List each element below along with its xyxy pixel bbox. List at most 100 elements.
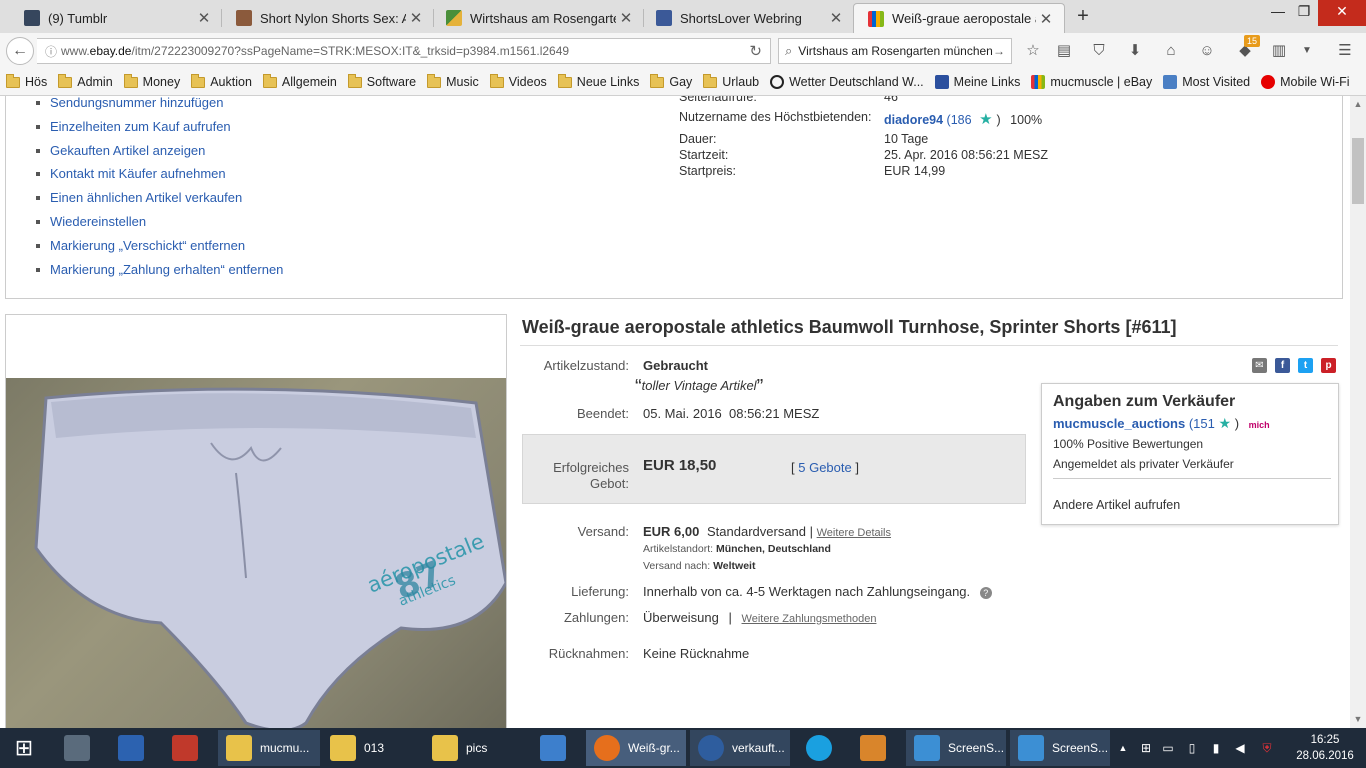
volume-icon[interactable]: ◀ (1230, 728, 1250, 768)
bookmark-folder[interactable]: Software (347, 73, 416, 89)
clipboard-icon[interactable]: ▥ (1268, 40, 1290, 62)
search-go-icon[interactable]: → (993, 44, 1005, 58)
close-icon[interactable]: ✕ (194, 9, 214, 27)
facebook-share-icon[interactable]: f (1275, 358, 1290, 373)
bookmark-link[interactable]: Mobile Wi-Fi (1261, 75, 1350, 89)
security-shield-icon[interactable]: ⛨ (1256, 728, 1278, 768)
me-badge[interactable]: mich (1249, 420, 1270, 430)
action-view-purchased-item[interactable]: Gekauften Artikel anzeigen (36, 142, 283, 166)
shipping-details-link[interactable]: Weitere Details (817, 527, 891, 539)
bookmark-folder[interactable]: Urlaub (703, 73, 759, 89)
ships-to: Versand nach: Weltweit (643, 560, 755, 572)
bookmark-folder[interactable]: Auktion (191, 73, 252, 89)
new-tab-button[interactable]: + (1072, 4, 1094, 28)
taskbar-window[interactable]: 013 (322, 730, 420, 766)
bookmark-link[interactable]: Wetter Deutschland W... (770, 75, 924, 89)
reading-list-icon[interactable]: ▤ (1053, 40, 1075, 62)
bookmark-link[interactable]: mucmuscle | eBay (1031, 75, 1152, 89)
seller-type: Angemeldet als privater Verkäufer (1053, 457, 1234, 471)
other-items-link[interactable]: Andere Artikel aufrufen (1053, 498, 1180, 512)
scroll-thumb[interactable] (1352, 138, 1364, 204)
bookmark-folder[interactable]: Neue Links (557, 73, 639, 89)
taskbar-app[interactable] (110, 730, 152, 766)
tab-tumblr[interactable]: (9) Tumblr ✕ (10, 3, 222, 33)
windows-start-icon[interactable]: ⊞ (0, 728, 48, 768)
action-view-order-details[interactable]: Einzelheiten zum Kauf aufrufen (36, 118, 283, 142)
taskbar-app[interactable] (164, 730, 206, 766)
email-share-icon[interactable]: ✉ (1252, 358, 1267, 373)
download-icon[interactable]: ⬇ (1124, 40, 1146, 62)
tab-ebay-item[interactable]: Weiß-graue aeropostale at... ✕ (853, 3, 1065, 33)
taskbar-window[interactable]: pics (424, 730, 524, 766)
action-contact-buyer[interactable]: Kontakt mit Käufer aufnehmen (36, 165, 283, 189)
back-button[interactable]: ← (6, 37, 34, 65)
close-icon[interactable]: ✕ (1036, 10, 1056, 28)
taskbar-app[interactable] (56, 730, 98, 766)
bookmark-label: Meine Links (953, 75, 1021, 89)
search-input[interactable]: ⌕ Virtshaus am Rosengarten münchen → (778, 38, 1012, 64)
chat-icon[interactable]: ☺ (1196, 40, 1218, 62)
scroll-up-icon[interactable]: ▲ (1350, 99, 1366, 109)
taskbar-app[interactable] (798, 730, 840, 766)
more-payment-methods-link[interactable]: Weitere Zahlungsmethoden (742, 613, 877, 625)
scroll-down-icon[interactable]: ▼ (1350, 714, 1366, 724)
url-bar[interactable]: ⓘ www. ebay.de/itm/272223009270?ssPageNam… (37, 38, 771, 64)
taskbar-app[interactable] (852, 730, 894, 766)
stat-value: diadore94 (186 ★) 100% (884, 110, 1042, 128)
pinterest-share-icon[interactable]: p (1321, 358, 1336, 373)
bookmark-folder[interactable]: Allgemein (262, 73, 337, 89)
home-icon[interactable]: ⌂ (1160, 40, 1182, 62)
bookmark-folder[interactable]: Admin (58, 73, 113, 89)
close-icon[interactable]: ✕ (616, 9, 636, 27)
battery-icon[interactable]: ▯ (1182, 728, 1202, 768)
bookmark-folder[interactable]: Money (123, 73, 180, 89)
vertical-scrollbar[interactable]: ▲ ▼ (1350, 96, 1366, 728)
action-sell-similar[interactable]: Einen ähnlichen Artikel verkaufen (36, 189, 283, 213)
bookmark-folder[interactable]: Videos (489, 73, 547, 89)
stat-label: Nutzername des Höchstbietenden: (679, 110, 872, 124)
action-relist[interactable]: Wiedereinstellen (36, 213, 283, 237)
media-player-icon (540, 735, 566, 761)
bookmark-folder[interactable]: Gay (650, 73, 692, 89)
system-clock[interactable]: 16:25 28.06.2016 (1290, 732, 1360, 764)
help-icon[interactable]: ? (979, 587, 992, 599)
bookmark-link[interactable]: Meine Links (934, 75, 1021, 89)
bidder-score[interactable]: (186 (947, 113, 972, 127)
signal-icon[interactable]: ▮ (1206, 728, 1226, 768)
bid-history-link[interactable]: 5 Gebote (798, 460, 852, 475)
bookmark-star-icon[interactable]: ☆ (1022, 40, 1044, 62)
action-unmark-shipped[interactable]: Markierung „Verschickt“ entfernen (36, 237, 283, 261)
bookmark-folder[interactable]: Hös (6, 73, 47, 89)
twitter-share-icon[interactable]: t (1298, 358, 1313, 373)
close-icon[interactable]: ✕ (406, 9, 426, 27)
taskbar-window[interactable]: ScreenS... (1010, 730, 1110, 766)
bookmark-folder[interactable]: Music (427, 73, 479, 89)
close-window-button[interactable]: ✕ (1318, 0, 1366, 26)
taskbar-app[interactable] (532, 730, 574, 766)
taskbar-window[interactable]: mucmu... (218, 730, 320, 766)
info-icon[interactable]: ⓘ (45, 43, 61, 60)
reload-icon[interactable]: ↻ (749, 42, 762, 60)
quote-text: toller Vintage Artikel (641, 378, 757, 393)
tab-shortslover[interactable]: ShortsLover Webring ✕ (642, 3, 854, 33)
star-icon: ★ (1218, 415, 1232, 431)
network-icon[interactable]: ▭ (1158, 728, 1178, 768)
seller-score[interactable]: (151 (1189, 416, 1215, 431)
taskbar-window-thunderbird[interactable]: verkauft... (690, 730, 790, 766)
bidder-link[interactable]: diadore94 (884, 113, 943, 127)
tray-expand-icon[interactable]: ▲ (1114, 728, 1132, 768)
windows-flag-icon[interactable]: ⊞ (1136, 728, 1156, 768)
seller-name-link[interactable]: mucmuscle_auctions (1053, 416, 1185, 431)
action-unmark-paid[interactable]: Markierung „Zahlung erhalten“ entfernen (36, 261, 283, 285)
tab-short-nylon[interactable]: Short Nylon Shorts Sex: Ar... ✕ (222, 3, 434, 33)
taskbar-window[interactable]: ScreenS... (906, 730, 1006, 766)
bookmark-link[interactable]: Most Visited (1163, 75, 1250, 89)
item-photo[interactable]: aéropostale athletics 87 (6, 378, 506, 728)
close-icon[interactable]: ✕ (826, 9, 846, 27)
pocket-icon[interactable]: ⛉ (1088, 40, 1110, 62)
menu-icon[interactable]: ☰ (1334, 40, 1356, 62)
taskbar-window-firefox[interactable]: Weiß-gr... (586, 730, 686, 766)
tab-wirtshaus[interactable]: Wirtshaus am Rosengarte... ✕ (432, 3, 644, 33)
chevron-down-icon[interactable]: ▼ (1296, 40, 1318, 62)
action-add-tracking[interactable]: Sendungsnummer hinzufügen (36, 96, 283, 118)
